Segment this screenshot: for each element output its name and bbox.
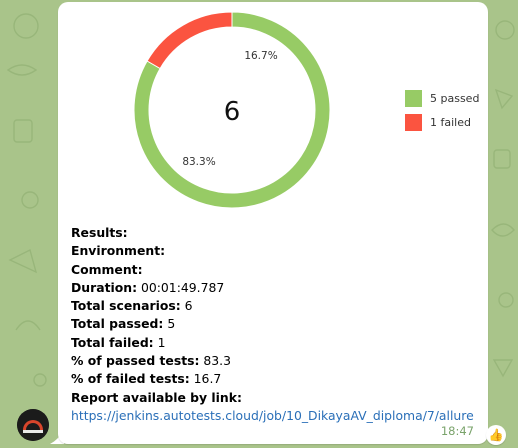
- environment-line: Environment:: [71, 243, 166, 259]
- failed-percent-line: % of failed tests: 16.7: [71, 371, 222, 387]
- legend-item-failed: 1 failed: [405, 114, 471, 131]
- results-text: Results: Environment: Comment: Duration:…: [71, 224, 481, 425]
- message-bubble[interactable]: 83.3% 16.7% 6 5 passed 1 failed Results: E…: [58, 2, 488, 444]
- thumbs-up-icon: 👍: [488, 428, 504, 442]
- report-link-label: Report available by link:: [71, 389, 242, 405]
- test-results-chart: 83.3% 16.7% 6 5 passed 1 failed: [58, 2, 488, 218]
- donut-slice-failed: [146, 11, 233, 70]
- legend-swatch-failed: [405, 114, 422, 131]
- message-time: 18:47: [440, 424, 474, 438]
- reaction-button[interactable]: 👍: [486, 425, 506, 445]
- results-line: Results:: [71, 225, 128, 240]
- report-link[interactable]: https://jenkins.autotests.cloud/job/10_D…: [71, 408, 474, 423]
- slice-percent-label-passed: 83.3%: [182, 156, 215, 168]
- legend-item-passed: 5 passed: [405, 90, 479, 107]
- total-failed-line: Total failed: 1: [71, 334, 166, 350]
- legend-label-passed: 5 passed: [430, 92, 480, 105]
- legend-label-failed: 1 failed: [430, 116, 471, 129]
- total-scenarios-line: Total scenarios: 6: [71, 298, 193, 314]
- sender-avatar[interactable]: [17, 409, 49, 441]
- comment-line: Comment:: [71, 261, 143, 277]
- donut-chart: 83.3% 16.7% 6: [133, 11, 331, 209]
- legend-swatch-passed: [405, 90, 422, 107]
- report-link-row: https://jenkins.autotests.cloud/job/10_D…: [71, 407, 481, 425]
- slice-percent-label-failed: 16.7%: [244, 50, 277, 62]
- duration-line: Duration: 00:01:49.787: [71, 279, 225, 295]
- donut-center-total: 6: [224, 97, 241, 127]
- total-passed-line: Total passed: 5: [71, 316, 176, 332]
- passed-percent-line: % of passed tests: 83.3: [71, 353, 231, 369]
